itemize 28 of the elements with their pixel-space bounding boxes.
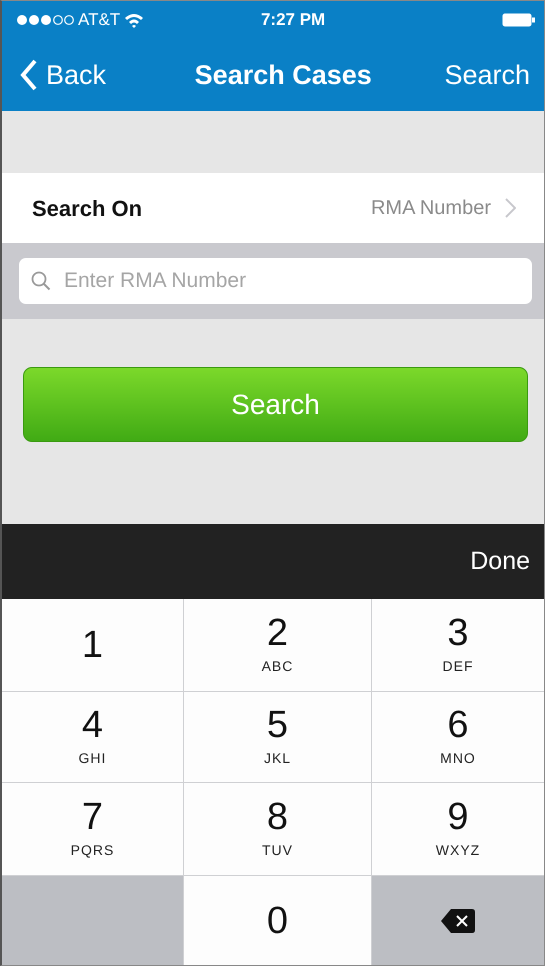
nav-title: Search Cases (194, 58, 373, 92)
keypad-key[interactable]: 0 (184, 876, 371, 965)
search-on-value: RMA Number (370, 196, 491, 221)
keypad-key[interactable]: 8 TUV (184, 783, 371, 875)
battery-icon (502, 13, 536, 27)
search-nav-button[interactable]: Search (444, 54, 530, 96)
search-on-label: Search On (32, 194, 144, 222)
backspace-icon (440, 908, 476, 934)
wifi-icon (124, 12, 144, 28)
keypad-key[interactable]: 3 DEF (372, 599, 544, 691)
keypad-key[interactable]: 1 (2, 599, 183, 691)
search-on-row[interactable]: Search On RMA Number (2, 173, 544, 243)
chevron-left-icon (20, 59, 38, 91)
status-time: 7:27 PM (260, 9, 326, 32)
keypad-key[interactable]: 6 MNO (372, 692, 544, 782)
keypad-key[interactable]: 4 GHI (2, 692, 183, 782)
back-button[interactable]: Back (20, 54, 106, 96)
signal-icon (16, 14, 74, 26)
search-icon (31, 271, 51, 291)
delete-key[interactable] (372, 876, 544, 965)
keypad-key[interactable]: 9 WXYZ (372, 783, 544, 875)
keypad-key[interactable]: 7 PQRS (2, 783, 183, 875)
done-button[interactable]: Done (470, 542, 530, 580)
carrier-name: AT&T (78, 9, 120, 32)
chevron-right-icon (505, 198, 516, 218)
search-field[interactable]: Enter RMA Number (19, 258, 532, 304)
keypad-key[interactable]: 5 JKL (184, 692, 371, 782)
keypad-key[interactable]: 2 ABC (184, 599, 371, 691)
